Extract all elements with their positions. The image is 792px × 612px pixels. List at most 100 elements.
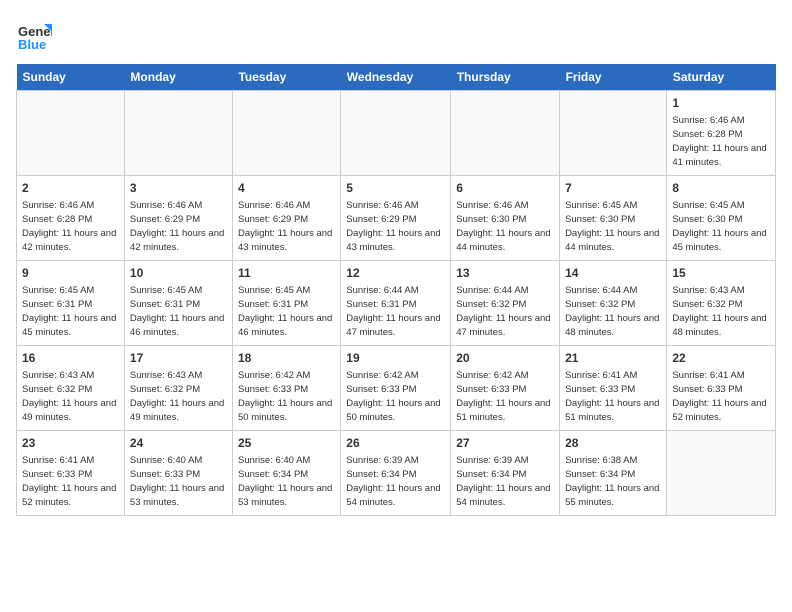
day-cell: 27 Sunrise: 6:39 AM Sunset: 6:34 PM Dayli… [451, 431, 560, 516]
weekday-header-sunday: Sunday [17, 64, 125, 91]
weekday-header-wednesday: Wednesday [341, 64, 451, 91]
day-number: 10 [130, 265, 227, 282]
day-cell [341, 91, 451, 176]
day-number: 18 [238, 350, 335, 367]
day-cell: 3 Sunrise: 6:46 AM Sunset: 6:29 PM Daylig… [124, 176, 232, 261]
week-row-2: 2Sunrise: 6:46 AM Sunset: 6:28 PM Daylig… [17, 176, 776, 261]
week-row-5: 23 Sunrise: 6:41 AM Sunset: 6:33 PM Dayli… [17, 431, 776, 516]
day-number: 16 [22, 350, 119, 367]
day-cell: 24 Sunrise: 6:40 AM Sunset: 6:33 PM Dayli… [124, 431, 232, 516]
day-info: Sunrise: 6:45 AM Sunset: 6:31 PM Dayligh… [22, 284, 119, 339]
day-info: Sunrise: 6:46 AM Sunset: 6:30 PM Dayligh… [456, 199, 554, 254]
day-number: 21 [565, 350, 661, 367]
day-cell [17, 91, 125, 176]
day-cell: 11Sunrise: 6:45 AM Sunset: 6:31 PM Dayli… [232, 261, 340, 346]
week-row-1: 1 Sunrise: 6:46 AM Sunset: 6:28 PM Daylig… [17, 91, 776, 176]
day-number: 23 [22, 435, 119, 452]
day-cell: 18 Sunrise: 6:42 AM Sunset: 6:33 PM Dayli… [232, 346, 340, 431]
weekday-header-monday: Monday [124, 64, 232, 91]
day-cell: 26 Sunrise: 6:39 AM Sunset: 6:34 PM Dayli… [341, 431, 451, 516]
day-info: Sunrise: 6:39 AM Sunset: 6:34 PM Dayligh… [346, 454, 445, 509]
day-info: Sunrise: 6:43 AM Sunset: 6:32 PM Dayligh… [22, 369, 119, 424]
day-number: 22 [672, 350, 770, 367]
calendar-table: SundayMondayTuesdayWednesdayThursdayFrid… [16, 64, 776, 516]
weekday-header-saturday: Saturday [667, 64, 776, 91]
day-number: 5 [346, 180, 445, 197]
day-cell: 23 Sunrise: 6:41 AM Sunset: 6:33 PM Dayli… [17, 431, 125, 516]
day-info: Sunrise: 6:45 AM Sunset: 6:31 PM Dayligh… [130, 284, 227, 339]
day-number: 8 [672, 180, 770, 197]
day-cell: 28 Sunrise: 6:38 AM Sunset: 6:34 PM Dayli… [560, 431, 667, 516]
page-header: General Blue [16, 16, 776, 52]
day-number: 4 [238, 180, 335, 197]
day-info: Sunrise: 6:44 AM Sunset: 6:31 PM Dayligh… [346, 284, 445, 339]
day-cell [451, 91, 560, 176]
weekday-header-tuesday: Tuesday [232, 64, 340, 91]
day-cell: 20 Sunrise: 6:42 AM Sunset: 6:33 PM Dayli… [451, 346, 560, 431]
day-number: 20 [456, 350, 554, 367]
day-cell: 4 Sunrise: 6:46 AM Sunset: 6:29 PM Daylig… [232, 176, 340, 261]
day-info: Sunrise: 6:45 AM Sunset: 6:30 PM Dayligh… [672, 199, 770, 254]
day-cell: 22 Sunrise: 6:41 AM Sunset: 6:33 PM Dayli… [667, 346, 776, 431]
day-cell: 12 Sunrise: 6:44 AM Sunset: 6:31 PM Dayli… [341, 261, 451, 346]
day-cell: 21 Sunrise: 6:41 AM Sunset: 6:33 PM Dayli… [560, 346, 667, 431]
day-info: Sunrise: 6:43 AM Sunset: 6:32 PM Dayligh… [672, 284, 770, 339]
day-cell [560, 91, 667, 176]
weekday-header-row: SundayMondayTuesdayWednesdayThursdayFrid… [17, 64, 776, 91]
day-number: 9 [22, 265, 119, 282]
day-cell: 5 Sunrise: 6:46 AM Sunset: 6:29 PM Daylig… [341, 176, 451, 261]
day-info: Sunrise: 6:46 AM Sunset: 6:28 PM Dayligh… [672, 114, 770, 169]
day-info: Sunrise: 6:41 AM Sunset: 6:33 PM Dayligh… [565, 369, 661, 424]
day-info: Sunrise: 6:44 AM Sunset: 6:32 PM Dayligh… [456, 284, 554, 339]
day-number: 6 [456, 180, 554, 197]
day-number: 12 [346, 265, 445, 282]
day-cell: 8 Sunrise: 6:45 AM Sunset: 6:30 PM Daylig… [667, 176, 776, 261]
day-info: Sunrise: 6:45 AM Sunset: 6:30 PM Dayligh… [565, 199, 661, 254]
day-cell: 9 Sunrise: 6:45 AM Sunset: 6:31 PM Daylig… [17, 261, 125, 346]
day-info: Sunrise: 6:41 AM Sunset: 6:33 PM Dayligh… [22, 454, 119, 509]
day-info: Sunrise: 6:42 AM Sunset: 6:33 PM Dayligh… [238, 369, 335, 424]
day-info: Sunrise: 6:40 AM Sunset: 6:34 PM Dayligh… [238, 454, 335, 509]
day-number: 17 [130, 350, 227, 367]
day-info: Sunrise: 6:46 AM Sunset: 6:29 PM Dayligh… [130, 199, 227, 254]
day-info: Sunrise: 6:43 AM Sunset: 6:32 PM Dayligh… [130, 369, 227, 424]
logo: General Blue [16, 16, 56, 52]
svg-text:Blue: Blue [18, 37, 46, 52]
day-number: 1 [672, 95, 770, 112]
day-info: Sunrise: 6:44 AM Sunset: 6:32 PM Dayligh… [565, 284, 661, 339]
day-cell: 13 Sunrise: 6:44 AM Sunset: 6:32 PM Dayli… [451, 261, 560, 346]
day-number: 3 [130, 180, 227, 197]
day-number: 15 [672, 265, 770, 282]
day-cell: 10 Sunrise: 6:45 AM Sunset: 6:31 PM Dayli… [124, 261, 232, 346]
day-cell [124, 91, 232, 176]
day-number: 24 [130, 435, 227, 452]
day-info: Sunrise: 6:40 AM Sunset: 6:33 PM Dayligh… [130, 454, 227, 509]
day-number: 14 [565, 265, 661, 282]
day-info: Sunrise: 6:46 AM Sunset: 6:29 PM Dayligh… [346, 199, 445, 254]
day-info: Sunrise: 6:41 AM Sunset: 6:33 PM Dayligh… [672, 369, 770, 424]
week-row-3: 9 Sunrise: 6:45 AM Sunset: 6:31 PM Daylig… [17, 261, 776, 346]
day-number: 28 [565, 435, 661, 452]
day-number: 25 [238, 435, 335, 452]
day-number: 19 [346, 350, 445, 367]
day-info: Sunrise: 6:42 AM Sunset: 6:33 PM Dayligh… [346, 369, 445, 424]
day-cell: 2Sunrise: 6:46 AM Sunset: 6:28 PM Daylig… [17, 176, 125, 261]
day-cell: 15 Sunrise: 6:43 AM Sunset: 6:32 PM Dayli… [667, 261, 776, 346]
day-info: Sunrise: 6:46 AM Sunset: 6:29 PM Dayligh… [238, 199, 335, 254]
day-info: Sunrise: 6:42 AM Sunset: 6:33 PM Dayligh… [456, 369, 554, 424]
day-number: 13 [456, 265, 554, 282]
day-cell: 1 Sunrise: 6:46 AM Sunset: 6:28 PM Daylig… [667, 91, 776, 176]
day-cell [232, 91, 340, 176]
day-info: Sunrise: 6:38 AM Sunset: 6:34 PM Dayligh… [565, 454, 661, 509]
logo-icon: General Blue [16, 16, 52, 52]
day-number: 27 [456, 435, 554, 452]
day-cell: 6 Sunrise: 6:46 AM Sunset: 6:30 PM Daylig… [451, 176, 560, 261]
day-cell: 14 Sunrise: 6:44 AM Sunset: 6:32 PM Dayli… [560, 261, 667, 346]
day-info: Sunrise: 6:39 AM Sunset: 6:34 PM Dayligh… [456, 454, 554, 509]
day-cell: 16 Sunrise: 6:43 AM Sunset: 6:32 PM Dayli… [17, 346, 125, 431]
day-cell: 17 Sunrise: 6:43 AM Sunset: 6:32 PM Dayli… [124, 346, 232, 431]
week-row-4: 16 Sunrise: 6:43 AM Sunset: 6:32 PM Dayli… [17, 346, 776, 431]
day-number: 26 [346, 435, 445, 452]
weekday-header-friday: Friday [560, 64, 667, 91]
weekday-header-thursday: Thursday [451, 64, 560, 91]
